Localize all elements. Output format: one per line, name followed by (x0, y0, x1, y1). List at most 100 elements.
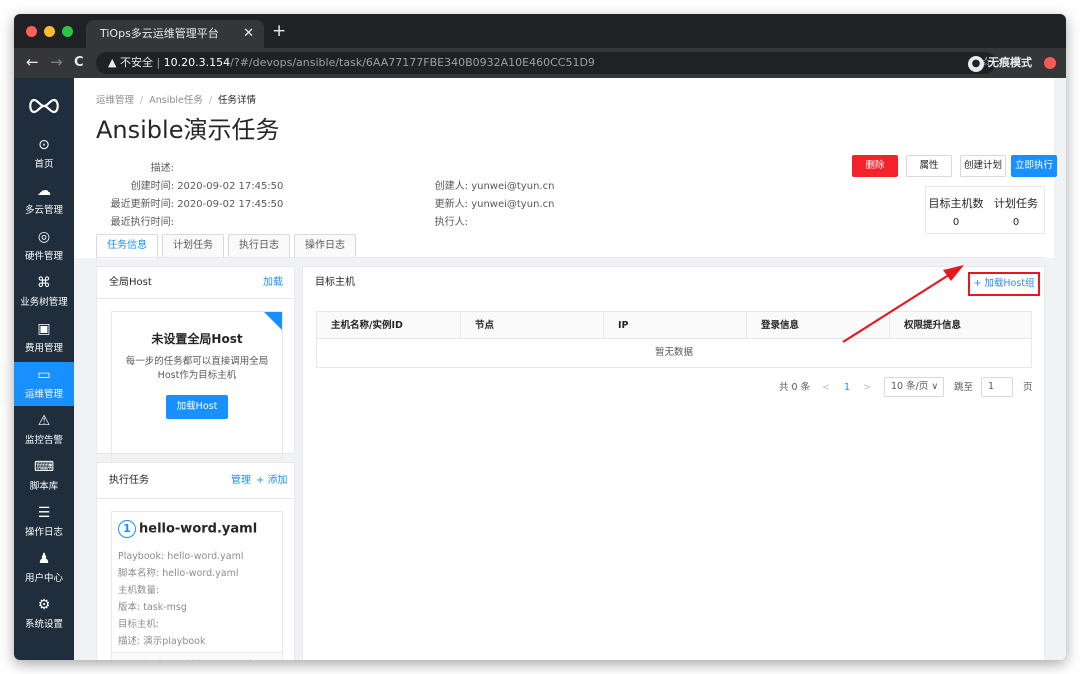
meta-description: 描述: (150, 163, 174, 174)
page-size-select[interactable]: 10 条/页 ∨ (884, 377, 944, 397)
global-host-card: 全局Host 加载 未设置全局Host 每一步的任务都可以直接调用全局Host作… (96, 266, 295, 459)
jump-page-input[interactable]: 1 (981, 377, 1013, 397)
sidebar-item-ops[interactable]: ▭ 运维管理 (14, 362, 74, 406)
run-now-button[interactable]: 立即执行 (1011, 155, 1057, 177)
meta-creator: 创建人: yunwei@tyun.cn (434, 181, 555, 192)
create-plan-button[interactable]: 创建计划 (960, 155, 1006, 177)
sidebar-item-label: 运维管理 (24, 389, 63, 400)
extension-icon[interactable] (1044, 57, 1056, 69)
breadcrumb-item-ops[interactable]: 运维管理 (96, 95, 134, 106)
table-header: 主机名称/实例ID 节点 IP 登录信息 权限提升信息 (316, 311, 1032, 339)
sidebar-item-label: 硬件管理 (24, 251, 63, 262)
browser-tab[interactable]: TiOps多云运维管理平台 ✕ (86, 20, 264, 48)
task-description: 描述: 演示playbook (118, 636, 206, 647)
delete-button[interactable]: 删除 (852, 155, 898, 177)
sidebar-item-label: 用户中心 (24, 573, 63, 584)
incognito-indicator[interactable]: ● 无痕模式 (968, 54, 1032, 72)
sidebar-item-operation-log[interactable]: ☰ 操作日志 (14, 500, 74, 544)
empty-description: 每一步的任务都可以直接调用全局Host作为目标主机 (125, 356, 269, 381)
task-version: 版本: task-msg (118, 602, 187, 613)
sidebar-item-monitor[interactable]: ⚠ 监控告警 (14, 408, 74, 452)
operation-log-icon: ☰ (37, 505, 51, 521)
add-host-group-button[interactable]: + 加载Host组 (968, 272, 1040, 296)
address-bar[interactable]: ▲ 不安全 | 10.20.3.154/?#/devops/ansible/ta… (96, 52, 996, 74)
breadcrumb-item-ansible[interactable]: Ansible任务 (149, 95, 203, 106)
delete-task-link[interactable]: 删除 (232, 659, 254, 660)
monitor-icon: ⚠ (37, 413, 51, 429)
cost-icon: ▣ (37, 321, 51, 337)
view-task-link[interactable]: 查看 (140, 659, 162, 660)
tab-plan-tasks[interactable]: 计划任务 (162, 234, 224, 258)
browser-toolbar: ← → C ▲ 不安全 | 10.20.3.154/?#/devops/ansi… (14, 48, 1066, 78)
tab-operation-log[interactable]: 操作日志 (294, 234, 356, 258)
home-icon: ⊙ (38, 137, 50, 153)
incognito-icon: ● (968, 56, 984, 72)
empty-title: 未设置全局Host (151, 332, 243, 346)
meta-created-time: 创建时间: 2020-09-02 17:45:50 (130, 181, 284, 192)
sidebar-item-multi-cloud[interactable]: ☁ 多云管理 (14, 178, 74, 222)
sidebar-item-script-lib[interactable]: ⌨ 脚本库 (14, 454, 74, 498)
sidebar-item-hardware[interactable]: ◎ 硬件管理 (14, 224, 74, 268)
tabs-divider (96, 257, 1044, 258)
business-tree-icon: ⌘ (37, 275, 51, 291)
column-login-info[interactable]: 登录信息 (746, 312, 889, 339)
sidebar-item-user-center[interactable]: ♟ 用户中心 (14, 546, 74, 590)
sidebar-item-cost[interactable]: ▣ 费用管理 (14, 316, 74, 360)
task-actions: 查看|编辑|删除 (112, 652, 282, 660)
close-window-button[interactable] (26, 26, 37, 37)
reload-icon[interactable]: C (74, 55, 84, 70)
global-host-load-link[interactable]: 加载 (263, 267, 283, 299)
meta-updater: 更新人: yunwei@tyun.cn (434, 199, 555, 210)
system-settings-icon: ⚙ (37, 597, 51, 613)
main-content: 运维管理 / Ansible任务 / 任务详情 Ansible演示任务 描述: 创建时间… (74, 78, 1066, 660)
logo-icon[interactable] (28, 96, 60, 116)
browser-tab-title: TiOps多云运维管理平台 (100, 27, 219, 40)
global-host-empty: 未设置全局Host 每一步的任务都可以直接调用全局Host作为目标主机 加载Ho… (111, 311, 283, 459)
breadcrumb-item-current: 任务详情 (218, 95, 257, 106)
manage-link[interactable]: 管理 (231, 463, 251, 499)
jump-suffix: 页 (1023, 382, 1033, 393)
task-playbook: Playbook: hello-word.yaml (118, 551, 244, 562)
load-host-button[interactable]: 加载Host (166, 395, 228, 419)
task-details: Playbook: hello-word.yaml 脚本名称: hello-wo… (118, 548, 243, 650)
task-title: 1 hello-word.yaml (118, 520, 257, 538)
script-lib-icon: ⌨ (33, 459, 55, 475)
multi-cloud-icon: ☁ (37, 183, 51, 199)
column-host-name[interactable]: 主机名称/实例ID (317, 312, 460, 339)
task-script-name: 脚本名称: hello-word.yaml (118, 568, 239, 579)
sidebar-item-system-settings[interactable]: ⚙ 系统设置 (14, 592, 74, 636)
page-1-button[interactable]: 1 (844, 378, 850, 398)
properties-button[interactable]: 属性 (906, 155, 952, 177)
minimize-window-button[interactable] (44, 26, 55, 37)
browser-tabbar: TiOps多云运维管理平台 ✕ + (14, 14, 1066, 48)
sidebar-item-label: 监控告警 (24, 435, 63, 446)
page-title: Ansible演示任务 (96, 116, 280, 144)
sidebar-item-business-tree[interactable]: ⌘ 业务树管理 (14, 270, 74, 314)
stat-plan-tasks: 计划任务 0 (994, 197, 1038, 228)
exec-tasks-card: 执行任务 管理 + 添加 1 hello-word.yaml Playbook: … (96, 462, 295, 660)
edit-task-link[interactable]: 编辑 (186, 659, 208, 660)
close-icon[interactable]: ✕ (243, 20, 254, 48)
add-task-link[interactable]: + 添加 (256, 463, 288, 499)
new-tab-button[interactable]: + (272, 21, 286, 41)
forward-arrow-icon[interactable]: → (50, 53, 63, 71)
sidebar-item-label: 多云管理 (24, 205, 63, 216)
sidebar-item-label: 首页 (34, 159, 54, 170)
task-name: hello-word.yaml (139, 521, 258, 537)
task-host-count: 主机数量: (118, 585, 160, 596)
tab-task-info[interactable]: 任务信息 (96, 234, 158, 259)
sidebar-item-home[interactable]: ⊙ 首页 (14, 132, 74, 176)
meta-last-exec-time: 最近执行时间: (110, 217, 174, 228)
maximize-window-button[interactable] (62, 26, 73, 37)
sidebar: ⊙ 首页 ☁ 多云管理 ◎ 硬件管理 ⌘ 业务树管理 ▣ 费用管理 ▭ 运维管理 ⚠ 监控告警 ⌨ 脚本库 ☰ 操… (14, 78, 74, 660)
task-number: 1 (118, 520, 136, 538)
back-arrow-icon[interactable]: ← (26, 53, 39, 71)
tab-exec-log[interactable]: 执行日志 (228, 234, 290, 258)
prev-page-button[interactable]: < (822, 378, 830, 398)
column-ip[interactable]: IP (603, 312, 746, 339)
column-privilege-info[interactable]: 权限提升信息 (889, 312, 1031, 339)
security-warning[interactable]: ▲ 不安全 (108, 56, 153, 69)
meta-updated-time: 最近更新时间: 2020-09-02 17:45:50 (110, 199, 284, 210)
next-page-button[interactable]: > (863, 378, 871, 398)
column-node[interactable]: 节点 (460, 312, 603, 339)
